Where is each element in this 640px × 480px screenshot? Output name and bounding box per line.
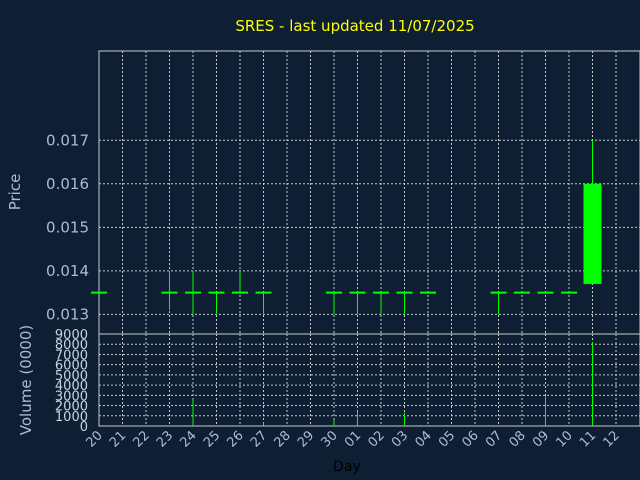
x-tick-label: 09	[530, 428, 552, 450]
candle	[373, 291, 389, 315]
x-tick-label: 02	[366, 428, 388, 450]
price-tick-label: 0.017	[46, 131, 89, 149]
x-tick-label: 23	[154, 428, 176, 450]
x-tick-label: 06	[460, 428, 482, 450]
price-tick-label: 0.015	[46, 218, 89, 236]
x-tick-label: 24	[178, 428, 200, 450]
chart: SRES - last updated 11/07/2025 0.0130.01…	[6, 17, 640, 475]
candle	[349, 291, 366, 315]
price-tick-label: 0.013	[46, 305, 89, 323]
volume-tick-label: 9000	[55, 328, 88, 343]
x-tick-label: 10	[554, 428, 576, 450]
x-tick-label: 26	[225, 428, 247, 450]
x-tick-label: 08	[507, 428, 529, 450]
candle	[490, 291, 507, 315]
x-tick-label: 25	[201, 428, 223, 450]
x-tick-label: 12	[601, 428, 623, 450]
x-tick-label: 27	[248, 428, 270, 450]
x-tick-label: 21	[107, 428, 129, 450]
chart-title: SRES - last updated 11/07/2025	[235, 17, 474, 35]
candle	[583, 140, 602, 284]
grid	[99, 51, 640, 426]
volume-axis-label: Volume (0000)	[17, 325, 35, 435]
candle	[185, 270, 201, 315]
x-tick-label: 03	[389, 428, 411, 450]
price-tick-label: 0.014	[46, 262, 89, 280]
x-axis-label: Day	[333, 459, 361, 475]
candle	[255, 291, 272, 315]
candle	[161, 270, 178, 311]
x-tick-label: 29	[295, 428, 317, 450]
x-tick-label: 01	[342, 428, 364, 450]
candle	[396, 291, 413, 315]
x-tick-labels: 20 21 22 23 24 25 26 27 28 29 30 01 02 03 04 05 06 07 08 09…	[84, 428, 623, 450]
price-tick-label: 0.016	[46, 175, 89, 193]
x-tick-label: 05	[436, 428, 458, 450]
x-tick-label: 22	[131, 428, 153, 450]
candle	[232, 270, 248, 294]
candle-body	[583, 183, 602, 284]
x-tick-label: 11	[577, 428, 599, 450]
volume-tick-labels: 0100020003000400050006000700080009000	[55, 328, 88, 435]
x-tick-label: 30	[319, 428, 341, 450]
price-panel-frame	[98, 50, 640, 335]
x-tick-label: 04	[413, 428, 435, 450]
price-axis-label: Price	[6, 174, 24, 211]
volume-panel-frame	[98, 333, 640, 427]
x-tick-label: 07	[483, 428, 505, 450]
x-tick-label: 28	[272, 428, 294, 450]
price-tick-labels: 0.013 0.014 0.015 0.016 0.017	[46, 131, 89, 323]
candle	[208, 291, 225, 315]
candle	[326, 291, 342, 315]
